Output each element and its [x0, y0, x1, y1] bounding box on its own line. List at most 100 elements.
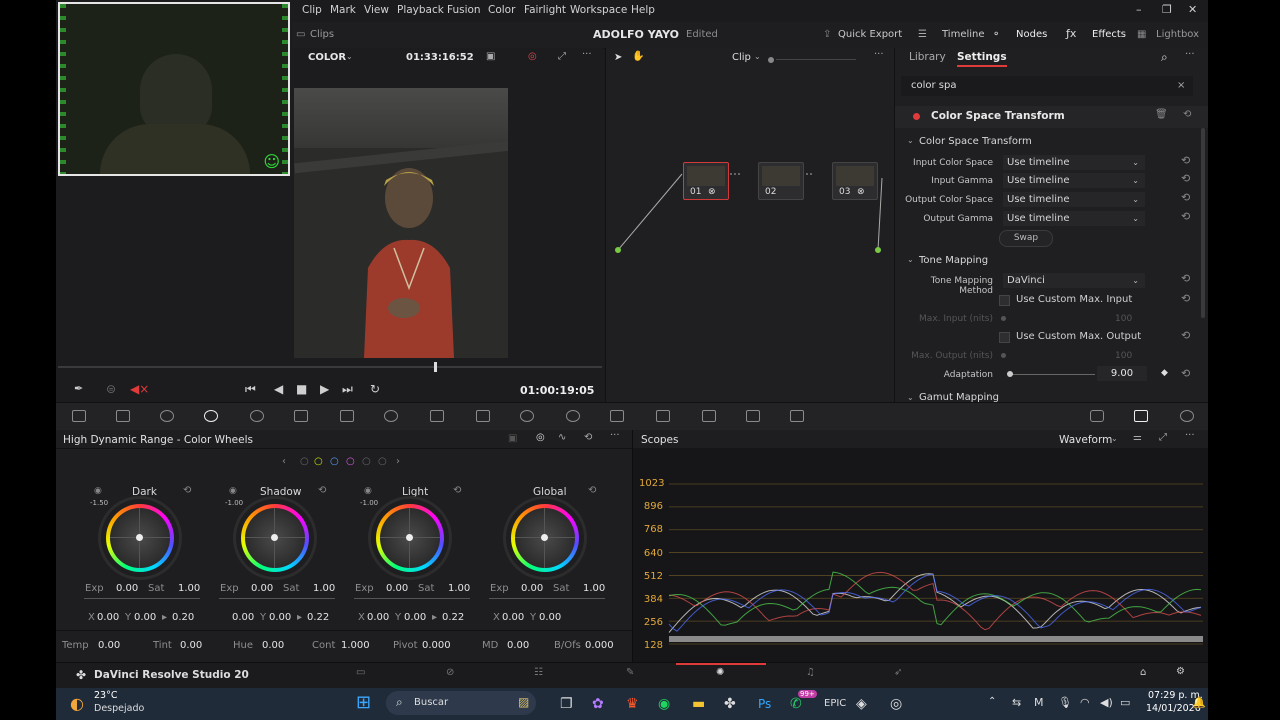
- section-tone-mapping[interactable]: Tone Mapping: [919, 255, 988, 266]
- task-view-icon[interactable]: ❐: [560, 696, 573, 712]
- menu-help[interactable]: Help: [631, 4, 655, 16]
- reset-icon[interactable]: ⟲: [588, 485, 596, 496]
- panel-scrollbar[interactable]: [1201, 128, 1205, 318]
- search-box[interactable]: ⌕ Buscar ▨: [386, 691, 536, 715]
- menu-playback[interactable]: Playback: [397, 4, 444, 16]
- swap-button[interactable]: Swap: [999, 230, 1053, 247]
- cont-value[interactable]: 1.000: [341, 640, 370, 651]
- chevron-down-icon[interactable]: ⌄: [907, 255, 914, 264]
- start-icon[interactable]: ⊞: [356, 692, 371, 713]
- reset-icon[interactable]: ⟲: [1181, 154, 1190, 167]
- clear-search-icon[interactable]: ×: [1177, 80, 1185, 91]
- max-input-slider[interactable]: [1001, 316, 1006, 321]
- wifi-icon[interactable]: ◠: [1080, 696, 1090, 709]
- fairlight-page-icon[interactable]: ♫: [806, 667, 815, 678]
- copilot-icon[interactable]: ✿: [592, 696, 604, 712]
- minimize-button[interactable]: –: [1136, 3, 1142, 16]
- x-value-dark[interactable]: 0.00: [97, 612, 119, 623]
- clips-icon[interactable]: ▭: [296, 29, 305, 40]
- scope-settings-icon[interactable]: ⚌: [1133, 432, 1142, 443]
- file-explorer-icon[interactable]: ▬: [692, 696, 705, 712]
- target-icon[interactable]: ◎: [536, 432, 545, 443]
- weather-icon[interactable]: ◐: [70, 694, 84, 713]
- photoshop-icon[interactable]: Ps: [758, 697, 771, 711]
- deliver-page-icon[interactable]: ➶: [894, 667, 902, 678]
- battery-icon[interactable]: ▭: [1120, 696, 1130, 709]
- color-page-icon[interactable]: ✺: [716, 667, 724, 678]
- scopes-icon[interactable]: [1134, 410, 1148, 422]
- blur-icon[interactable]: [656, 410, 670, 422]
- keyframes-icon[interactable]: [1090, 410, 1104, 422]
- more-options-icon[interactable]: ···: [610, 430, 620, 441]
- davinci-taskbar-icon[interactable]: ✤: [724, 696, 736, 712]
- hue-value[interactable]: 0.00: [262, 640, 284, 651]
- zone-dot-icon[interactable]: ○: [300, 456, 309, 467]
- trash-icon[interactable]: 🗑: [1155, 109, 1168, 120]
- close-button[interactable]: ✕: [1188, 3, 1197, 16]
- color-wheel-shadow[interactable]: [233, 496, 317, 580]
- max-input-value[interactable]: 100: [1115, 314, 1132, 324]
- adaptation-slider-handle[interactable]: [1007, 371, 1013, 377]
- input-gamma-select[interactable]: Use timeline ⌄: [1003, 173, 1145, 188]
- key-icon[interactable]: [702, 410, 716, 422]
- tab-library[interactable]: Library: [909, 51, 946, 63]
- effects-button[interactable]: Effects: [1092, 29, 1126, 40]
- magic-mask-icon[interactable]: [610, 410, 624, 422]
- sat-value-dark[interactable]: 1.00: [178, 583, 200, 594]
- menu-workspace[interactable]: Workspace: [570, 4, 627, 16]
- eyedropper-icon[interactable]: ✒: [74, 382, 83, 395]
- loop-icon[interactable]: ↻: [370, 382, 380, 396]
- slider-track[interactable]: [219, 598, 335, 599]
- pivot-value[interactable]: 0.000: [422, 640, 451, 651]
- capcut-icon[interactable]: ◈: [856, 696, 867, 712]
- qualifier-icon[interactable]: [430, 410, 444, 422]
- exp-value-dark[interactable]: 0.00: [116, 583, 138, 594]
- color-wheel-dark[interactable]: [98, 496, 182, 580]
- chevron-left-icon[interactable]: ‹: [282, 456, 286, 467]
- tray-app-icon[interactable]: ⇆: [1012, 696, 1021, 709]
- hdr-wheels-icon[interactable]: [204, 410, 218, 422]
- search-icon[interactable]: ⌕: [1161, 50, 1168, 65]
- reset-icon[interactable]: ⟲: [1181, 172, 1190, 185]
- menu-mark[interactable]: Mark: [330, 4, 356, 16]
- input-color-space-select[interactable]: Use timeline ⌄: [1003, 155, 1145, 170]
- md-value[interactable]: 0.00: [507, 640, 529, 651]
- node-01[interactable]: 01 ⊗: [683, 162, 729, 200]
- 3d-icon[interactable]: [790, 410, 804, 422]
- skip-end-icon[interactable]: ⏭: [342, 382, 353, 397]
- whatsapp-icon[interactable]: ✆: [790, 696, 802, 712]
- chevron-down-icon[interactable]: ⌄: [907, 393, 914, 402]
- slider-track[interactable]: [354, 598, 470, 599]
- reset-icon[interactable]: ⟲: [1181, 272, 1190, 285]
- reset-icon[interactable]: ⟲: [318, 485, 326, 496]
- spotify-icon[interactable]: ◉: [658, 696, 670, 712]
- reset-icon[interactable]: ⟲: [1181, 292, 1190, 305]
- exp-value-global[interactable]: 0.00: [521, 583, 543, 594]
- lightbox-button[interactable]: Lightbox: [1156, 29, 1199, 40]
- y-value-global[interactable]: 0.00: [539, 612, 561, 623]
- tray-chevron-icon[interactable]: ⌃: [988, 696, 996, 707]
- zone-dot-icon[interactable]: ○: [346, 456, 355, 467]
- exp-value-shadow[interactable]: 0.00: [251, 583, 273, 594]
- menu-fusion[interactable]: Fusion: [447, 4, 481, 16]
- play-icon[interactable]: ▶: [320, 382, 329, 396]
- motion-effects-icon[interactable]: [294, 410, 308, 422]
- window-icon[interactable]: [520, 410, 534, 422]
- panel-option-icon[interactable]: ▣: [508, 433, 517, 444]
- page-mode-dropdown[interactable]: COLOR: [308, 52, 346, 63]
- reset-icon[interactable]: ⟲: [1181, 191, 1190, 204]
- node-03[interactable]: 03 ⊗: [832, 162, 878, 200]
- sat-value-light[interactable]: 1.00: [448, 583, 470, 594]
- mute-icon[interactable]: ◀×: [130, 382, 149, 396]
- epic-games-icon[interactable]: EPIC: [824, 698, 846, 709]
- x-value-shadow[interactable]: 0.00: [232, 612, 254, 623]
- microphone-icon[interactable]: 🎙: [1058, 696, 1072, 709]
- y-value-light[interactable]: 0.00: [404, 612, 426, 623]
- home-icon[interactable]: ⌂: [1140, 667, 1146, 678]
- effect-enable-toggle[interactable]: [913, 113, 920, 120]
- reset-icon[interactable]: ⟲: [1181, 367, 1190, 380]
- chevron-down-icon[interactable]: ⌄: [907, 136, 914, 145]
- fullscreen-icon[interactable]: ⤢: [558, 51, 566, 62]
- slider-track[interactable]: [84, 598, 200, 599]
- weather-temp[interactable]: 23°C: [94, 690, 117, 701]
